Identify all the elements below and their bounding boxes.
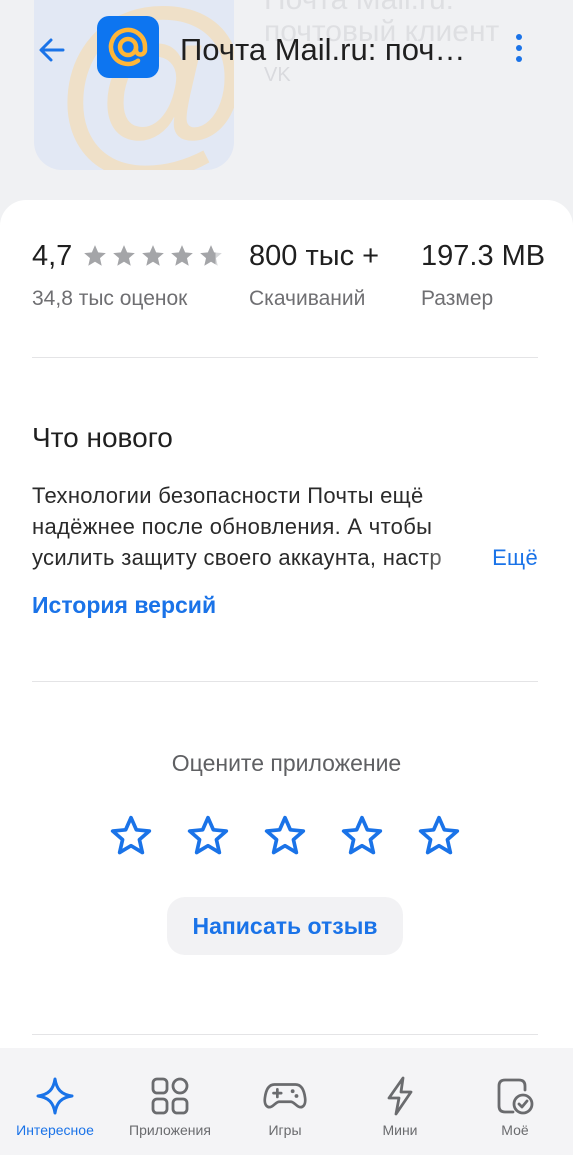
size-value: 197.3 MB (421, 240, 546, 272)
rate-stars (109, 814, 461, 858)
whats-new-line: надёжнее после обновления. А чтобы (32, 514, 433, 539)
star-icon (84, 245, 107, 266)
more-options-button[interactable] (505, 30, 533, 66)
rate-star-2-icon[interactable] (186, 814, 230, 858)
rating-value: 4,7 (32, 240, 73, 272)
size-stat: 197.3 MB Размер (421, 237, 545, 311)
nav-label: Моё (501, 1122, 529, 1138)
downloads-label: Скачиваний (249, 287, 366, 310)
rate-app-title: Оцените приложение (171, 750, 402, 776)
bottom-navigation: Интересное Приложения Игры Мини Моё (0, 1048, 573, 1155)
whats-new-text: Технологии безопасности Почты ещё надёжн… (32, 480, 538, 573)
rating-stars (82, 243, 224, 269)
rate-star-4-icon[interactable] (340, 814, 384, 858)
version-history-link[interactable]: История версий (32, 592, 216, 619)
downloads-stat: 800 тыс + Скачиваний (249, 237, 379, 311)
app-icon (97, 16, 159, 78)
dot-icon (516, 34, 522, 40)
dot-icon (516, 56, 522, 62)
apps-grid-icon (151, 1077, 189, 1115)
star-icon (142, 245, 165, 266)
lightning-icon (387, 1076, 413, 1116)
nav-item-games[interactable]: Игры (230, 1048, 340, 1155)
nav-item-interesting[interactable]: Интересное (0, 1048, 110, 1155)
divider (32, 681, 538, 682)
app-details-sheet: 4,7 34,8 тыс оценок 800 тыс + Скачиваний… (0, 200, 573, 1155)
dot-icon (516, 45, 522, 51)
back-button[interactable] (30, 28, 74, 72)
downloads-value: 800 тыс + (249, 240, 380, 272)
rate-star-1-icon[interactable] (109, 814, 153, 858)
size-label: Размер (421, 287, 494, 310)
rating-stat: 4,7 34,8 тыс оценок (32, 237, 224, 311)
nav-item-apps[interactable]: Приложения (115, 1048, 225, 1155)
my-apps-icon (497, 1078, 534, 1115)
nav-item-mini[interactable]: Мини (345, 1048, 455, 1155)
mail-at-icon (108, 27, 148, 67)
more-link[interactable]: Ещё (492, 542, 538, 573)
nav-label: Игры (268, 1122, 302, 1138)
nav-label: Мини (382, 1122, 418, 1138)
write-review-button[interactable]: Написать отзыв (167, 897, 403, 955)
star-icon (200, 245, 223, 266)
divider (32, 357, 538, 358)
arrow-left-icon (39, 38, 65, 62)
rating-count: 34,8 тыс оценок (32, 287, 188, 310)
whats-new-line: Технологии безопасности Почты ещё (32, 483, 424, 508)
app-title: Почта Mail.ru: почтовый клиент (180, 32, 470, 67)
nav-label: Приложения (129, 1122, 211, 1138)
nav-label: Интересное (16, 1122, 94, 1138)
star-icon (171, 245, 194, 266)
star-icon (113, 245, 136, 266)
nav-item-my[interactable]: Моё (460, 1048, 570, 1155)
whats-new-line: усилить защиту своего аккаунта, настр (32, 545, 442, 570)
whats-new-title: Что нового (32, 422, 173, 453)
rate-star-3-icon[interactable] (263, 814, 307, 858)
divider (32, 1034, 538, 1035)
sparkle-icon (36, 1077, 74, 1115)
gamepad-icon (263, 1083, 307, 1109)
rate-star-5-icon[interactable] (417, 814, 461, 858)
